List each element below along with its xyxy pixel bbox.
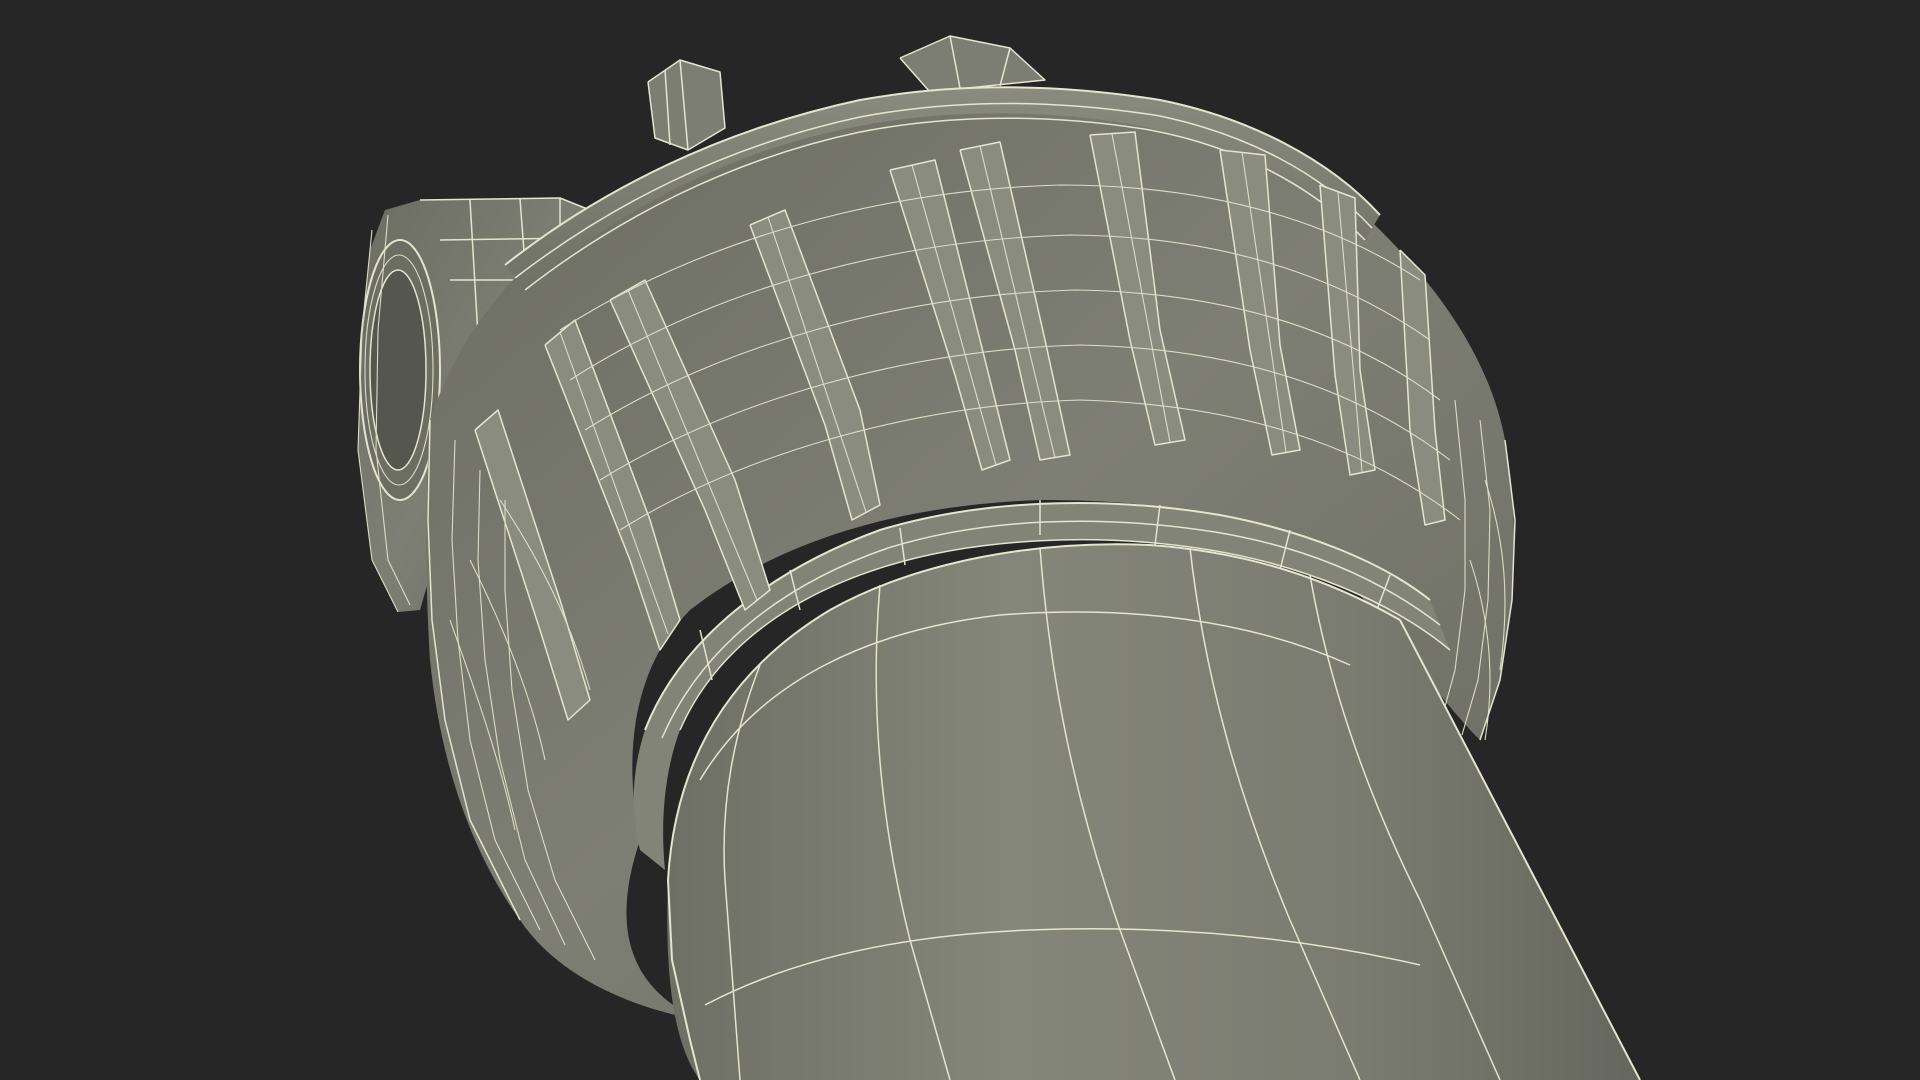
render-viewport (0, 0, 1920, 1080)
top-pin (647, 59, 726, 151)
top-lug (899, 35, 1046, 93)
wireframe-render (357, 35, 1641, 1080)
